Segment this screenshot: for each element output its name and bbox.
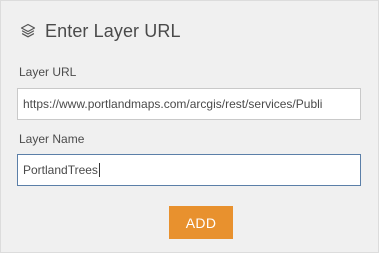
layer-url-value: https://www.portlandmaps.com/arcgis/rest…	[23, 97, 323, 111]
layer-name-input[interactable]: PortlandTrees	[17, 154, 361, 186]
add-button[interactable]: ADD	[169, 206, 233, 239]
layers-icon	[19, 22, 37, 40]
layer-name-value: PortlandTrees	[23, 163, 98, 177]
layer-url-input[interactable]: https://www.portlandmaps.com/arcgis/rest…	[17, 88, 361, 120]
text-caret	[98, 163, 100, 177]
panel-header: Enter Layer URL	[19, 20, 181, 42]
add-layer-panel: Enter Layer URL Layer URL https://www.po…	[0, 0, 379, 253]
layer-url-label: Layer URL	[19, 65, 77, 79]
layer-name-label: Layer Name	[19, 132, 85, 146]
panel-title: Enter Layer URL	[45, 20, 181, 41]
